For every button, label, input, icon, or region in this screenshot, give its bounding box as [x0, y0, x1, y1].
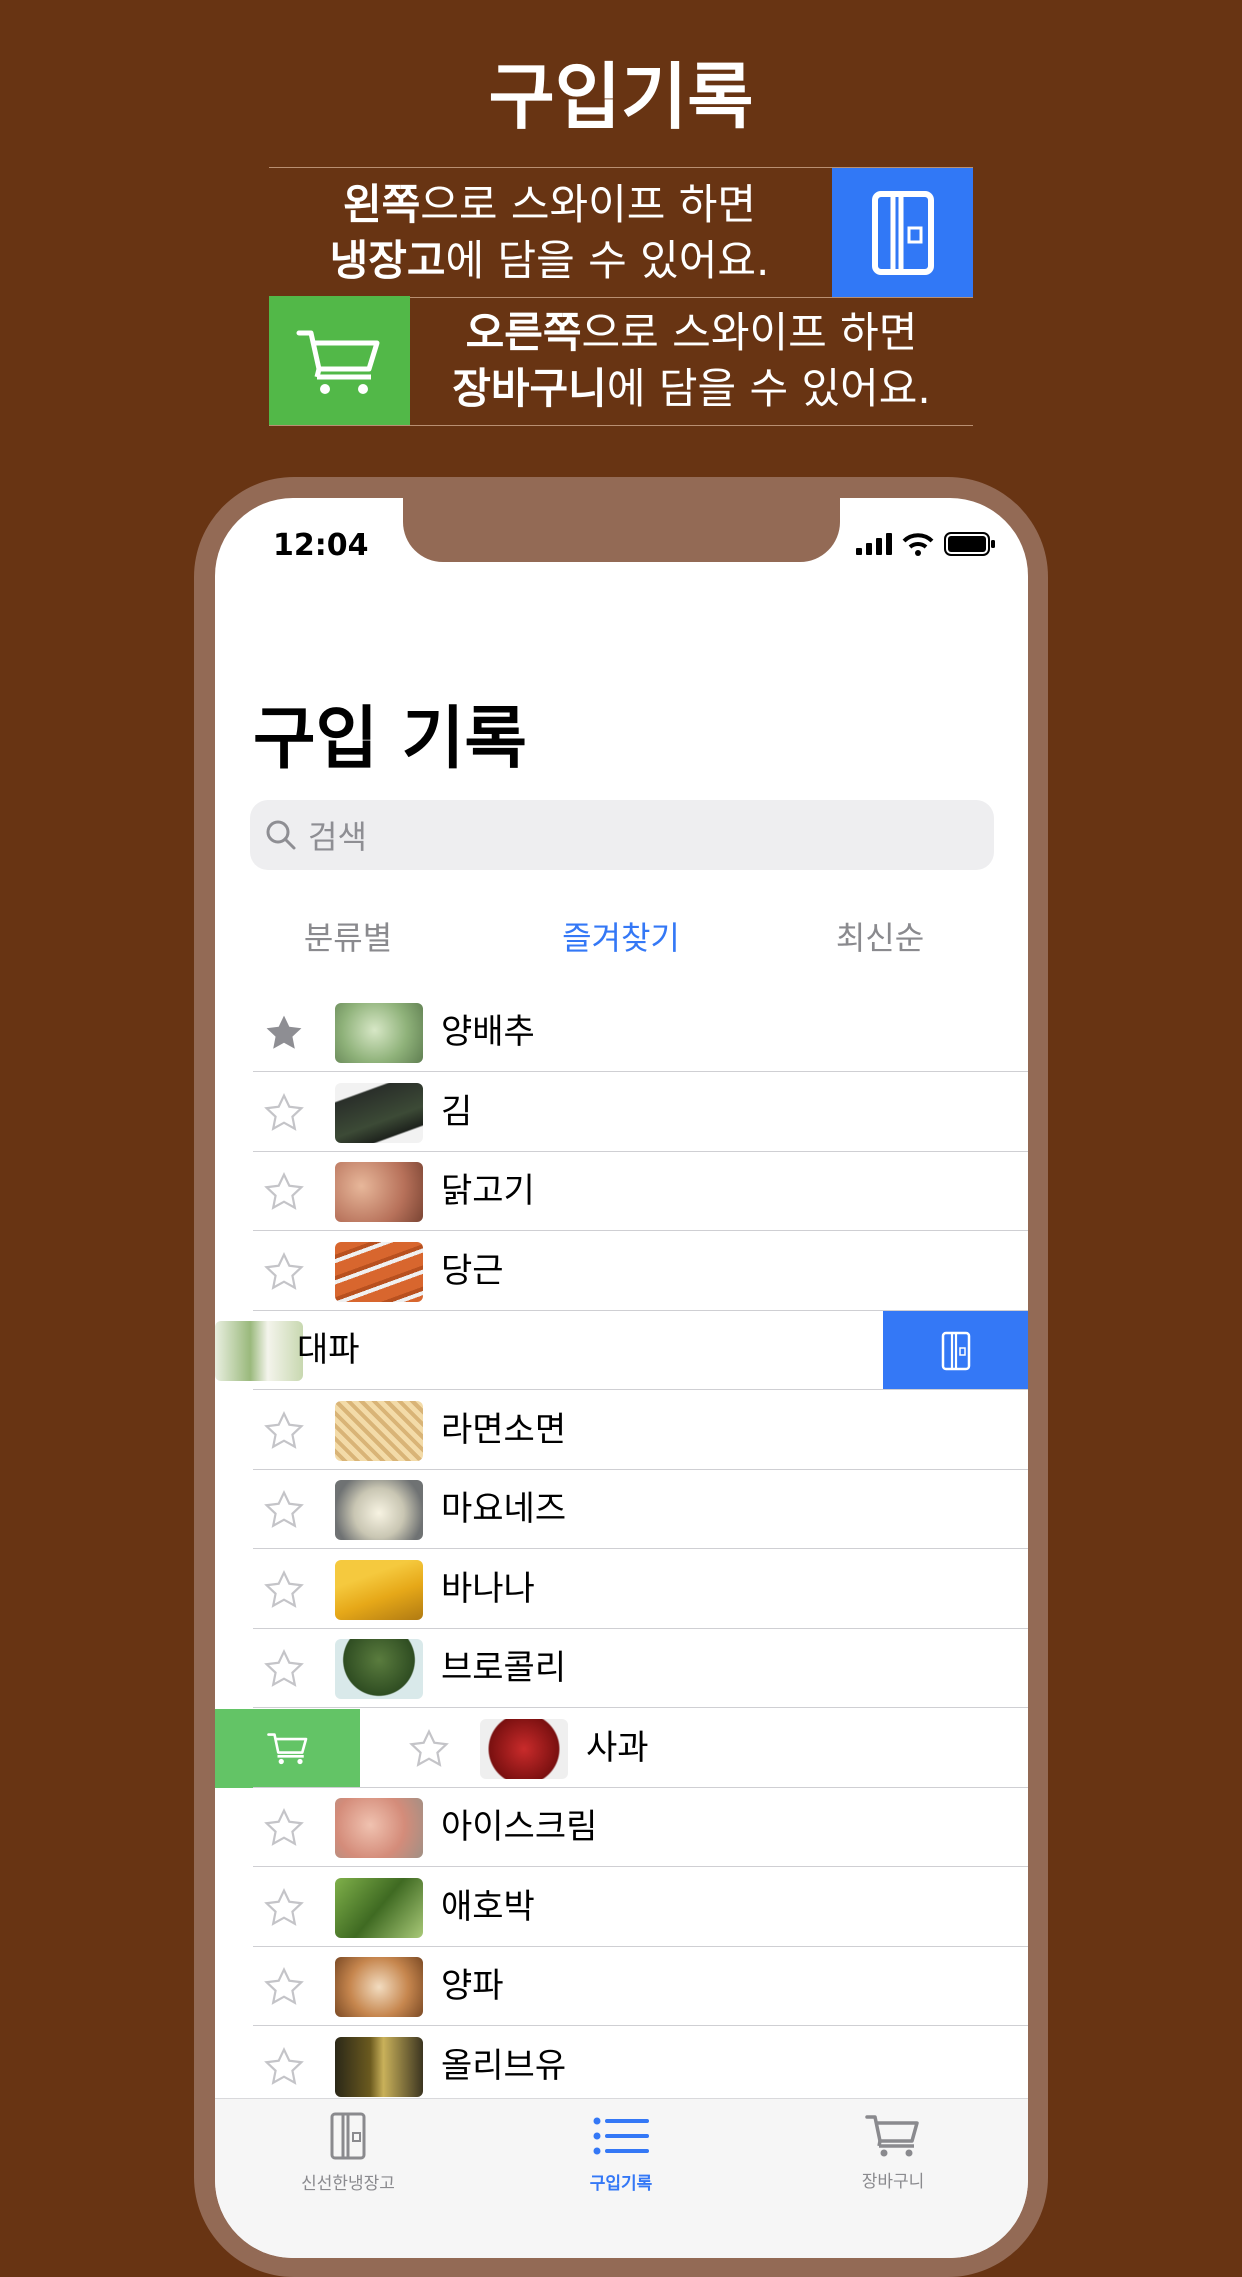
item-thumbnail — [335, 1241, 423, 1302]
item-thumbnail — [335, 1003, 423, 1063]
item-name: 브로콜리 — [441, 1648, 567, 1688]
item-thumbnail — [215, 1321, 303, 1381]
item-thumbnail — [335, 1400, 423, 1461]
star-outline-icon[interactable] — [262, 1170, 306, 1214]
list-item[interactable]: 라면소면 — [215, 1391, 1028, 1470]
list-item[interactable]: 사과 — [215, 1708, 1028, 1788]
list-item[interactable]: 양파 — [215, 1947, 1028, 2026]
star-outline-icon[interactable] — [262, 1488, 306, 1532]
search-placeholder[interactable]: 검색 — [308, 812, 367, 858]
item-name: 김 — [441, 1091, 473, 1132]
item-thumbnail — [480, 1718, 568, 1779]
item-name: 라면소면 — [441, 1409, 567, 1450]
swipe-left-banner: 왼쪽으로 스와이프 하면 냉장고에 담을 수 있어요. — [269, 167, 973, 298]
cart-icon — [266, 1733, 307, 1765]
segment-newest[interactable]: 최신순 — [750, 913, 1010, 959]
fridge-icon — [832, 168, 973, 297]
swipe-left-target: 냉장고 — [329, 235, 446, 285]
tab-bar: 신선한냉장고 구입기록 장바구니 — [215, 2098, 1028, 2258]
list-item[interactable]: 아이스크림 — [215, 1788, 1028, 1867]
list-icon — [593, 2117, 649, 2155]
list-item[interactable]: 브로콜리 — [215, 1629, 1028, 1708]
list-item[interactable]: 애호박 — [215, 1868, 1028, 1947]
tab-cart[interactable]: 장바구니 — [793, 2111, 993, 2192]
tab-history-label: 구입기록 — [589, 2174, 653, 2194]
hero-title: 구입기록 — [488, 55, 754, 139]
tab-fridge[interactable]: 신선한냉장고 — [248, 2111, 448, 2194]
star-outline-icon[interactable] — [262, 1647, 306, 1691]
item-thumbnail — [335, 1639, 423, 1699]
list-item[interactable]: 대파 — [215, 1311, 1028, 1390]
status-icons — [856, 532, 996, 556]
item-name: 마요네즈 — [441, 1489, 567, 1529]
tab-history[interactable]: 구입기록 — [521, 2111, 721, 2194]
star-outline-icon[interactable] — [262, 1886, 306, 1930]
signal-icon — [856, 533, 892, 555]
list-item[interactable]: 당근 — [215, 1232, 1028, 1311]
item-thumbnail — [335, 1798, 423, 1858]
item-name: 양배추 — [441, 1012, 535, 1052]
star-filled-icon[interactable] — [262, 1011, 306, 1055]
notch — [403, 498, 840, 562]
list-item[interactable]: 바나나 — [215, 1550, 1028, 1629]
cart-icon — [269, 296, 410, 425]
swipe-left-direction: 왼쪽 — [342, 179, 421, 229]
battery-icon — [944, 532, 995, 556]
star-outline-icon[interactable] — [262, 1409, 306, 1453]
swipe-right-banner: 오른쪽으로 스와이프 하면 장바구니에 담을 수 있어요. — [269, 296, 973, 426]
add-to-fridge-action[interactable] — [883, 1311, 1028, 1390]
list-item[interactable]: 양배추 — [215, 993, 1028, 1072]
item-thumbnail — [335, 1082, 423, 1143]
star-outline-icon[interactable] — [262, 1965, 306, 2009]
star-outline-icon[interactable] — [407, 1727, 451, 1771]
tab-cart-label: 장바구니 — [861, 2172, 925, 2192]
list-item[interactable]: 김 — [215, 1073, 1028, 1152]
item-name: 닭고기 — [441, 1171, 535, 1211]
item-thumbnail — [335, 2036, 423, 2097]
tab-fridge-label: 신선한냉장고 — [301, 2174, 395, 2194]
swipe-right-text: 오른쪽으로 스와이프 하면 장바구니에 담을 수 있어요. — [452, 307, 931, 413]
item-thumbnail — [335, 1559, 423, 1620]
item-name: 올리브유 — [441, 2045, 567, 2086]
item-thumbnail — [335, 1877, 423, 1938]
item-name: 당근 — [441, 1250, 504, 1291]
cart-icon — [865, 2115, 919, 2157]
status-time: 12:04 — [273, 528, 369, 563]
item-name: 사과 — [586, 1727, 649, 1768]
segment-favorites[interactable]: 즐겨찾기 — [491, 913, 751, 959]
star-outline-icon[interactable] — [262, 1091, 306, 1135]
add-to-cart-action[interactable] — [215, 1708, 360, 1788]
item-name: 애호박 — [441, 1886, 535, 1927]
star-outline-icon[interactable] — [262, 2045, 306, 2089]
fridge-icon — [330, 2112, 366, 2160]
wifi-icon — [902, 533, 934, 556]
item-thumbnail — [335, 1480, 423, 1540]
page-title: 구입 기록 — [253, 700, 527, 779]
segment-by-category[interactable]: 분류별 — [218, 913, 478, 959]
list-item[interactable]: 닭고기 — [215, 1152, 1028, 1231]
phone-screen: 12:04 구입 기록 검색 분류별 즐겨찾기 최신순 양배추김닭고기당근대파라… — [215, 498, 1028, 2258]
item-thumbnail — [335, 1162, 423, 1222]
swipe-right-direction: 오른쪽 — [465, 307, 582, 357]
swipe-left-text: 왼쪽으로 스와이프 하면 냉장고에 담을 수 있어요. — [329, 179, 770, 285]
item-name: 바나나 — [441, 1568, 535, 1609]
item-thumbnail — [335, 1957, 423, 2017]
item-name: 아이스크림 — [441, 1807, 598, 1847]
fridge-icon — [941, 1331, 970, 1370]
swipe-right-target: 장바구니 — [452, 363, 607, 413]
star-outline-icon[interactable] — [262, 1806, 306, 1850]
search-icon — [266, 820, 296, 850]
item-name: 대파 — [297, 1330, 360, 1370]
search-field[interactable]: 검색 — [250, 800, 994, 870]
list-item[interactable]: 마요네즈 — [215, 1470, 1028, 1549]
star-outline-icon[interactable] — [262, 1568, 306, 1612]
star-outline-icon[interactable] — [262, 1250, 306, 1294]
item-name: 양파 — [441, 1966, 504, 2006]
list-item[interactable]: 올리브유 — [215, 2027, 1028, 2106]
